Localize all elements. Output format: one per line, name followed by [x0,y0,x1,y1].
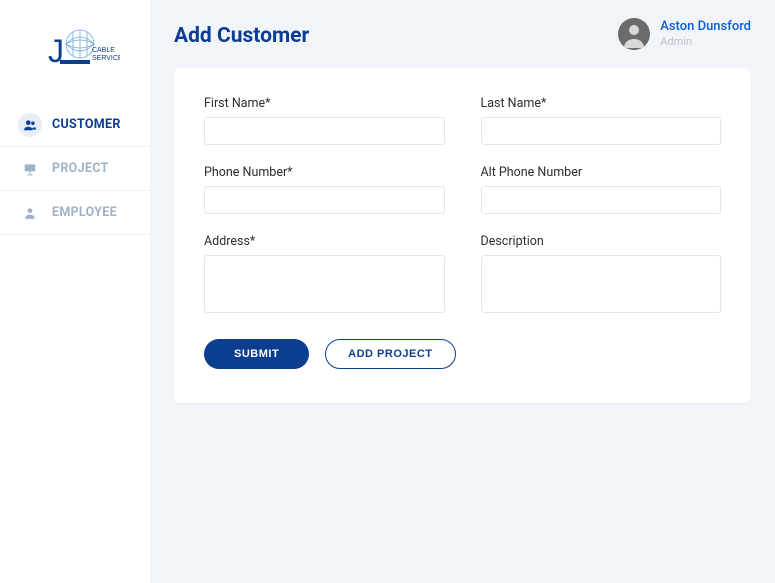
add-project-button[interactable]: ADD PROJECT [325,339,455,369]
sidebar-item-project[interactable]: PROJECT [0,147,150,191]
phone-input[interactable] [204,186,445,214]
alt-phone-input[interactable] [481,186,722,214]
brand-logo: J CABLE SERVICES [30,18,120,78]
first-name-input[interactable] [204,117,445,145]
field-address: Address* [204,234,445,317]
field-description: Description [481,234,722,317]
sidebar-item-label: EMPLOYEE [52,205,117,220]
address-input[interactable] [204,255,445,313]
main-content: Add Customer Aston Dunsford Admin First … [150,0,775,583]
form-actions: SUBMIT ADD PROJECT [204,339,721,369]
sidebar-nav: CUSTOMER PROJECT EMPLOYEE [0,103,150,235]
sidebar-item-label: PROJECT [52,161,109,176]
description-label: Description [481,234,722,249]
field-last-name: Last Name* [481,96,722,145]
sidebar-item-label: CUSTOMER [52,117,121,132]
field-phone: Phone Number* [204,165,445,214]
svg-text:SERVICES: SERVICES [92,55,120,62]
first-name-label: First Name* [204,96,445,111]
svg-text:CABLE: CABLE [92,47,115,54]
address-label: Address* [204,234,445,249]
submit-button[interactable]: SUBMIT [204,339,309,369]
sidebar: J CABLE SERVICES CUSTOMER [0,0,150,583]
person-icon [18,201,42,225]
description-input[interactable] [481,255,722,313]
form-card: First Name* Last Name* Phone Number* Alt… [174,68,751,403]
last-name-input[interactable] [481,117,722,145]
field-first-name: First Name* [204,96,445,145]
users-icon [18,113,42,137]
last-name-label: Last Name* [481,96,722,111]
user-role: Admin [660,35,751,48]
sidebar-item-employee[interactable]: EMPLOYEE [0,191,150,235]
sidebar-item-customer[interactable]: CUSTOMER [0,103,150,147]
phone-label: Phone Number* [204,165,445,180]
avatar [618,18,650,50]
alt-phone-label: Alt Phone Number [481,165,722,180]
user-menu[interactable]: Aston Dunsford Admin [618,18,751,50]
field-alt-phone: Alt Phone Number [481,165,722,214]
user-name: Aston Dunsford [660,20,751,34]
presentation-icon [18,157,42,181]
